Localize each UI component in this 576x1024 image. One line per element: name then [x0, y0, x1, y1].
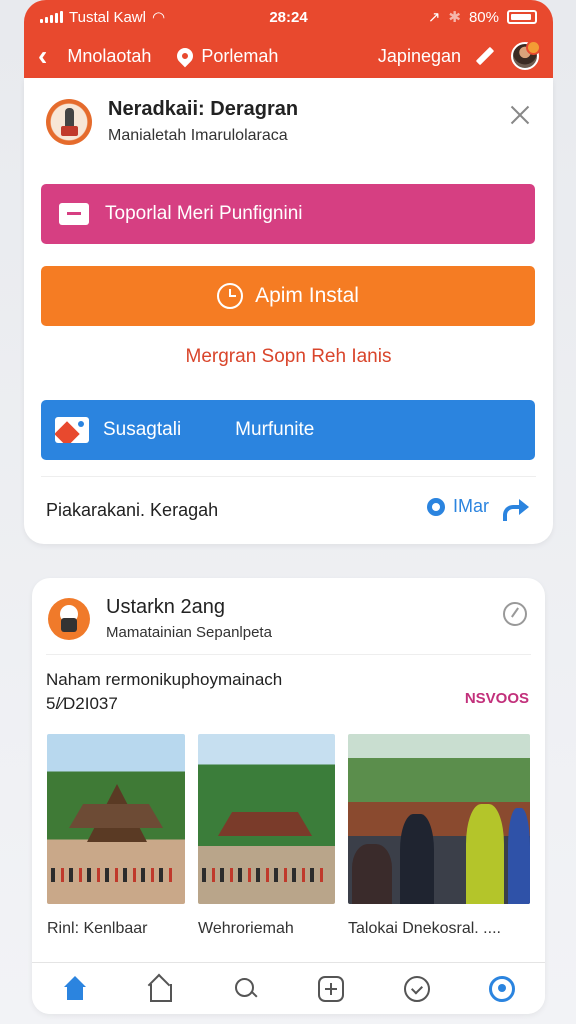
- dot-icon: [427, 497, 445, 516]
- card-subtitle: Manialetah Imarulolaraca: [108, 127, 288, 144]
- status-time: 28:24: [269, 8, 308, 26]
- pencil-icon[interactable]: [475, 46, 495, 66]
- thumbnail-label-1: Rinl: Kenlbaar: [47, 920, 148, 937]
- nav-link-a[interactable]: Mnolaotah: [67, 46, 151, 67]
- image-icon: [55, 417, 89, 443]
- bottom-nav: [32, 962, 545, 1014]
- check-icon[interactable]: [403, 975, 430, 1002]
- photo-thumbnail-1[interactable]: [47, 734, 185, 904]
- app-bar: ‹ Mnolaotah Porlemah Japinegan: [24, 34, 553, 78]
- pink-action-button[interactable]: Toporlal Meri Punfignini: [41, 184, 535, 244]
- post-card: Ustarkn 2ang Mamatainian Sepanlpeta Naha…: [32, 578, 545, 1014]
- avatar[interactable]: [511, 40, 541, 70]
- compass-icon[interactable]: [503, 602, 527, 626]
- nav-link-b[interactable]: Porlemah: [174, 44, 279, 68]
- install-button[interactable]: Apim Instal: [41, 266, 535, 326]
- divider: [46, 654, 531, 655]
- photo-thumbnail-2[interactable]: [198, 734, 335, 904]
- blue-button-label-right: Murfunite: [235, 419, 315, 440]
- post-text: Naham rermonikuphoymainach 5/⁄D2I037: [46, 668, 282, 716]
- house-icon[interactable]: [147, 976, 173, 1002]
- bluetooth-icon: ✱: [448, 9, 461, 26]
- thumbnail-label-3: Talokai Dnekosral. ....: [348, 920, 501, 937]
- post-tag[interactable]: NSVOOS: [465, 690, 529, 707]
- card-title: Neradkaii: Deragran: [108, 98, 299, 120]
- share-icon[interactable]: [503, 497, 529, 521]
- post-header: Ustarkn 2ang Mamatainian Sepanlpeta: [48, 596, 272, 641]
- header: Tustal Kawl ◠ 28:24 ↗ ✱ 80% ‹ Mnolaotah …: [24, 0, 553, 78]
- close-icon[interactable]: [509, 104, 531, 126]
- wifi-icon: ◠: [151, 9, 166, 26]
- blue-action-button[interactable]: Susagtali Murfunite: [41, 400, 535, 460]
- install-button-label: Apim Instal: [255, 284, 359, 307]
- pink-button-label: Toporlal Meri Punfignini: [105, 203, 303, 224]
- add-icon[interactable]: [318, 975, 345, 1002]
- phone-screen: Tustal Kawl ◠ 28:24 ↗ ✱ 80% ‹ Mnolaotah …: [0, 0, 576, 1024]
- home-icon[interactable]: [62, 975, 88, 1002]
- location-arrow-icon: ↗: [427, 9, 441, 26]
- app-logo: [46, 98, 92, 145]
- nav-link-b-label: Porlemah: [201, 45, 279, 66]
- post-avatar: [48, 597, 90, 640]
- card-header: Neradkaii: Deragran Manialetah Imarulola…: [46, 98, 298, 145]
- post-text-line2: 5/⁄D2I037: [46, 694, 118, 713]
- profile-icon[interactable]: [489, 975, 516, 1002]
- install-card: Neradkaii: Deragran Manialetah Imarulola…: [24, 78, 553, 544]
- card-footer-text: Piakarakani. Keragah: [46, 500, 219, 520]
- signal-icon: [40, 11, 63, 23]
- battery-percent: 80%: [468, 8, 499, 26]
- folder-icon: [59, 203, 89, 225]
- nav-link-c[interactable]: Japinegan: [378, 46, 461, 67]
- status-bar: Tustal Kawl ◠ 28:24 ↗ ✱ 80%: [24, 0, 553, 34]
- secondary-link[interactable]: Mergran Sopn Reh Ianis: [24, 346, 553, 368]
- back-arrow-icon[interactable]: ‹: [38, 42, 47, 70]
- divider: [41, 476, 536, 477]
- carrier-name: Tustal Kawl: [69, 8, 146, 26]
- more-link-label: IMar: [453, 496, 489, 516]
- pin-icon: [174, 44, 197, 68]
- search-icon[interactable]: [233, 976, 259, 1002]
- post-title: Ustarkn 2ang: [106, 596, 225, 618]
- thumbnail-label-2: Wehroriemah: [198, 920, 294, 937]
- battery-icon: [507, 10, 537, 24]
- more-link[interactable]: IMar: [427, 496, 529, 521]
- photo-thumbnail-3[interactable]: [348, 734, 530, 904]
- clock-icon: [217, 283, 244, 309]
- post-text-line1: Naham rermonikuphoymainach: [46, 670, 283, 689]
- blue-button-label-left: Susagtali: [103, 419, 182, 440]
- post-subtitle: Mamatainian Sepanlpeta: [106, 624, 272, 641]
